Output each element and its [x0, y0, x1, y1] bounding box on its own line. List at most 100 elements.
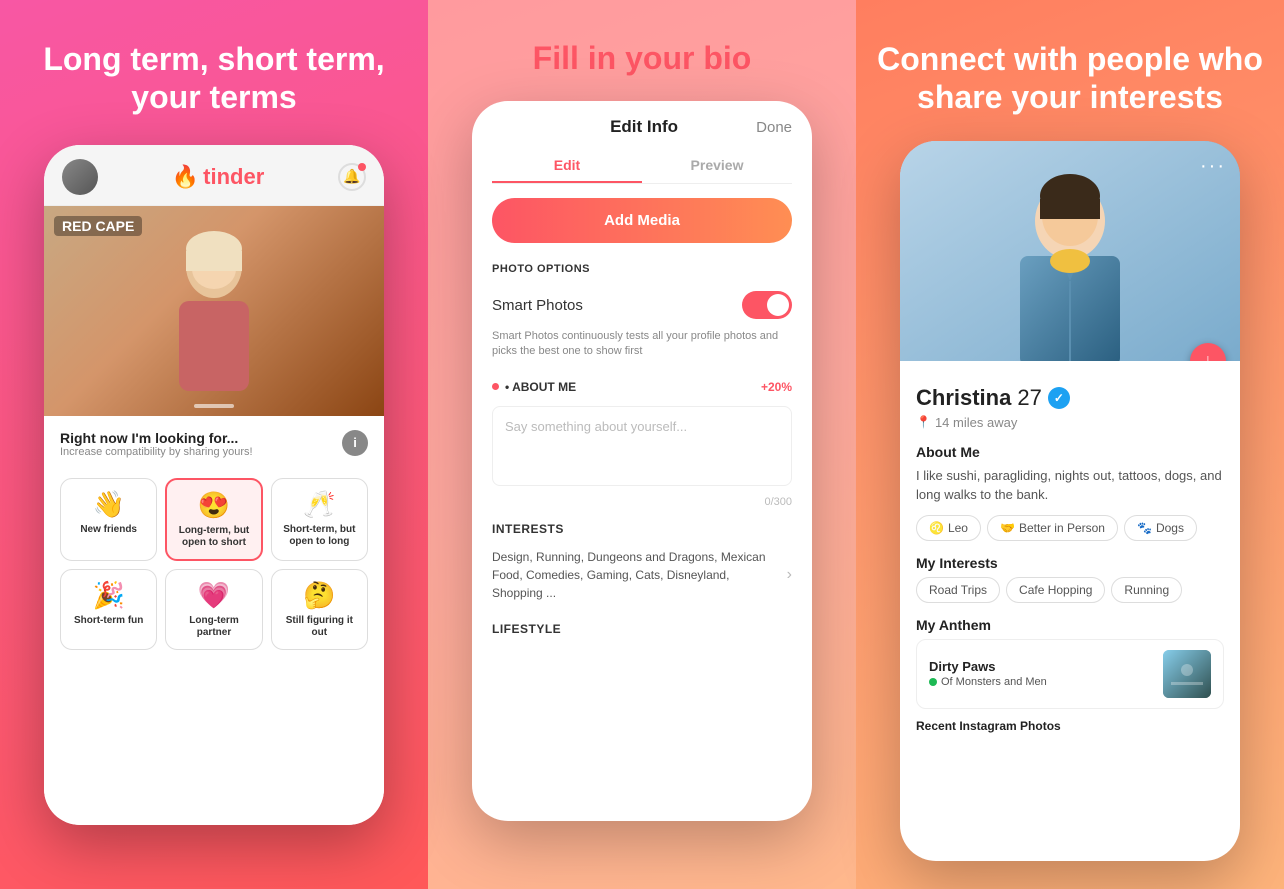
anthem-thumbnail [1163, 650, 1211, 698]
option-figuring-out[interactable]: 🤔 Still figuring it out [271, 569, 368, 650]
short-term-open-label: Short-term, but open to long [278, 524, 361, 548]
option-short-term-fun[interactable]: 🎉 Short-term fun [60, 569, 157, 650]
panel-1: Long term, short term, your terms 🔥 tind… [0, 0, 428, 889]
options-grid: 👋 New friends 😍 Long-term, but open to s… [60, 478, 368, 650]
bio-input[interactable]: Say something about yourself... [492, 406, 792, 486]
anthem-row: Dirty Paws Of Monsters and Men [916, 639, 1224, 709]
instagram-label: Recent Instagram Photos [916, 719, 1224, 733]
badge-leo[interactable]: ♌ Leo [916, 515, 981, 541]
tab-preview[interactable]: Preview [642, 149, 792, 183]
anthem-title: My Anthem [916, 617, 1224, 633]
smart-photos-desc: Smart Photos continuously tests all your… [472, 329, 812, 370]
interests-title: My Interests [916, 555, 1224, 571]
about-me-title: About Me [916, 444, 1224, 460]
anthem-info: Dirty Paws Of Monsters and Men [929, 659, 1047, 688]
leo-label: Leo [948, 521, 968, 535]
name-row: Christina 27 ✓ [916, 385, 1224, 411]
smart-photos-toggle[interactable] [742, 291, 792, 319]
interests-pills: Road Trips Cafe Hopping Running [916, 577, 1224, 603]
bar-sign: RED CAPE [54, 216, 142, 236]
tab-edit[interactable]: Edit [492, 149, 642, 183]
smart-photos-row: Smart Photos [472, 281, 812, 329]
interest-road-trips[interactable]: Road Trips [916, 577, 1000, 603]
done-button[interactable]: Done [756, 119, 792, 136]
person-silhouette [154, 221, 274, 401]
panel3-headline: Connect with people who share your inter… [876, 40, 1264, 117]
location-text: 14 miles away [935, 415, 1017, 430]
edit-header: Edit Info Done [472, 101, 812, 137]
verified-badge: ✓ [1048, 387, 1070, 409]
about-text: I like sushi, paragliding, nights out, t… [916, 466, 1224, 505]
about-me-pct: +20% [761, 380, 792, 394]
badge-better-in-person[interactable]: 🤝 Better in Person [987, 515, 1118, 541]
long-term-partner-emoji: 💗 [198, 580, 230, 611]
notification-dot [358, 163, 366, 171]
profile-age: 27 [1017, 385, 1041, 411]
interests-text: Design, Running, Dungeons and Dragons, M… [492, 548, 779, 602]
looking-for-title: Right now I'm looking for... [60, 430, 253, 446]
char-count: 0/300 [472, 492, 812, 512]
badge-dogs[interactable]: 🐾 Dogs [1124, 515, 1197, 541]
anthem-artist-row: Of Monsters and Men [929, 676, 1047, 688]
phone-header-1: 🔥 tinder 🔔 [44, 145, 384, 206]
figuring-out-emoji: 🤔 [303, 580, 335, 611]
about-dot [492, 383, 499, 390]
swipe-indicator [194, 404, 234, 408]
looking-for-subtitle: Increase compatibility by sharing yours! [60, 446, 253, 458]
dogs-label: Dogs [1156, 521, 1184, 535]
tinder-wordmark: tinder [203, 164, 264, 190]
bio-placeholder: Say something about yourself... [505, 419, 687, 434]
option-short-term-open[interactable]: 🥂 Short-term, but open to long [271, 478, 368, 561]
interest-cafe-hopping[interactable]: Cafe Hopping [1006, 577, 1105, 603]
chevron-right-icon: › [787, 566, 792, 584]
better-in-person-label: Better in Person [1019, 521, 1105, 535]
panel-3: Connect with people who share your inter… [856, 0, 1284, 889]
toggle-knob [767, 294, 789, 316]
leo-icon: ♌ [929, 521, 944, 535]
spotify-icon [929, 678, 937, 686]
flame-icon: 🔥 [172, 164, 199, 190]
figuring-out-label: Still figuring it out [278, 615, 361, 639]
anthem-artist-name: Of Monsters and Men [941, 676, 1047, 688]
about-me-row: • ABOUT ME +20% [472, 370, 812, 400]
long-term-emoji: 😍 [198, 490, 230, 521]
panel2-headline: Fill in your bio [533, 40, 752, 77]
anthem-song: Dirty Paws [929, 659, 1047, 674]
short-term-open-emoji: 🥂 [303, 489, 335, 520]
interests-row[interactable]: Design, Running, Dungeons and Dragons, M… [472, 542, 812, 612]
three-dots-menu[interactable]: ··· [1200, 155, 1226, 178]
notification-bell[interactable]: 🔔 [338, 163, 366, 191]
bottom-sheet: Right now I'm looking for... Increase co… [44, 416, 384, 825]
new-friends-emoji: 👋 [92, 489, 124, 520]
phone-mock-2: Edit Info Done Edit Preview Add Media PH… [472, 101, 812, 821]
long-term-partner-label: Long-term partner [172, 615, 255, 639]
add-media-button[interactable]: Add Media [492, 198, 792, 243]
profile-body: Christina 27 ✓ 📍 14 miles away About Me … [900, 361, 1240, 861]
avatar[interactable] [62, 159, 98, 195]
tinder-logo: 🔥 tinder [172, 164, 265, 190]
lifestyle-label: LIFESTYLE [472, 612, 812, 640]
handshake-icon: 🤝 [1000, 521, 1015, 535]
photo-options-label: PHOTO OPTIONS [472, 257, 812, 281]
tab-row: Edit Preview [492, 149, 792, 184]
interests-section-label: INTERESTS [472, 512, 812, 542]
new-friends-label: New friends [80, 524, 137, 536]
edit-info-title: Edit Info [610, 117, 678, 137]
option-new-friends[interactable]: 👋 New friends [60, 478, 157, 561]
option-long-term-partner[interactable]: 💗 Long-term partner [165, 569, 262, 650]
info-button[interactable]: i [342, 430, 368, 456]
looking-for-block: Right now I'm looking for... Increase co… [60, 430, 253, 470]
short-term-fun-label: Short-term fun [74, 615, 143, 627]
dogs-icon: 🐾 [1137, 521, 1152, 535]
interest-running[interactable]: Running [1111, 577, 1182, 603]
info-row: Right now I'm looking for... Increase co… [60, 430, 368, 470]
profile-photo: RED CAPE [44, 206, 384, 416]
option-long-term[interactable]: 😍 Long-term, but open to short [165, 478, 262, 561]
about-me-label: • ABOUT ME [492, 380, 576, 394]
profile-photo-3: ··· ↓ [900, 141, 1240, 361]
panel-2: Fill in your bio Edit Info Done Edit Pre… [428, 0, 856, 889]
badges-row: ♌ Leo 🤝 Better in Person 🐾 Dogs [916, 515, 1224, 541]
profile-name: Christina [916, 385, 1011, 411]
phone-mock-1: 🔥 tinder 🔔 RED CAPE [44, 145, 384, 825]
phone-mock-3: ··· ↓ Christina 27 ✓ 📍 14 miles away Abo… [900, 141, 1240, 861]
